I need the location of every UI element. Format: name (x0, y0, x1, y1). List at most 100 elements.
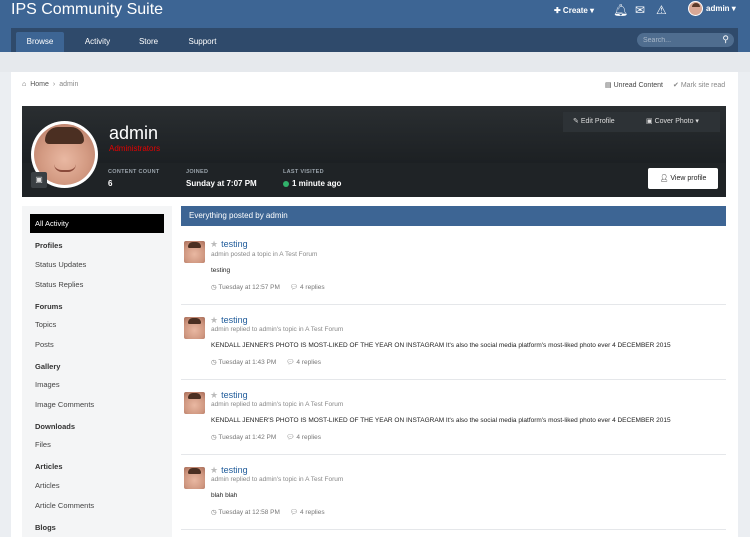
entry-replies-text: 4 replies (296, 359, 321, 366)
breadcrumb: ⌂ Home › admin (22, 81, 78, 88)
sidebar-item-all-activity[interactable]: All Activity (30, 214, 164, 233)
entry-footer: ◷ Tuesday at 12:58 PM 💬︎ 4 replies (211, 508, 325, 516)
edit-profile-button[interactable]: ✎ Edit Profile (563, 112, 636, 132)
author-avatar[interactable] (184, 467, 205, 489)
view-profile-label: View profile (670, 175, 707, 182)
entry-replies[interactable]: 💬︎ 4 replies (286, 358, 321, 366)
tab-support[interactable]: Support (175, 32, 230, 52)
entry-footer: ◷ Tuesday at 1:43 PM 💬︎ 4 replies (211, 358, 321, 366)
star-icon[interactable]: ★ (210, 465, 218, 475)
breadcrumb-home[interactable]: Home (30, 81, 49, 88)
comment-icon: 💬︎ (289, 509, 299, 516)
sidebar-item-topics[interactable]: Topics (35, 320, 56, 329)
activity-filter-sidebar: All Activity Profiles Status Updates Sta… (22, 206, 172, 537)
entry-meta: admin replied to admin's topic in A Test… (211, 401, 344, 408)
sidebar-item-posts[interactable]: Posts (35, 340, 54, 349)
star-icon[interactable]: ★ (210, 239, 218, 249)
profile-group: Administrators (109, 144, 161, 153)
reports-warning-icon[interactable]: ⚠︎ (656, 4, 667, 16)
sidebar-item-article-comments[interactable]: Article Comments (35, 501, 94, 510)
comment-icon: 💬︎ (289, 284, 299, 291)
check-icon: ✔ (673, 82, 679, 89)
create-button[interactable]: ✚ Create ▾ (554, 6, 594, 15)
sidebar-head-blogs: Blogs (35, 523, 56, 532)
sidebar-head-gallery: Gallery (35, 362, 61, 371)
mark-site-read-link[interactable]: ✔ Mark site read (673, 81, 725, 89)
user-menu[interactable]: admin ▾ (688, 1, 736, 16)
comment-icon: 💬︎ (286, 359, 295, 366)
entry-body: blah blah (211, 492, 238, 499)
notifications-icon[interactable]: 🔔︎ (613, 4, 628, 16)
last-visited-text: 1 minute ago (292, 179, 342, 188)
sidebar-item-status-updates[interactable]: Status Updates (35, 260, 86, 269)
sidebar-item-image-comments[interactable]: Image Comments (35, 400, 94, 409)
entry-time[interactable]: ◷ Tuesday at 1:43 PM (211, 358, 276, 366)
entry-title-link[interactable]: ★ testing (210, 465, 248, 476)
author-avatar[interactable] (184, 241, 205, 263)
entry-time-text: Tuesday at 1:43 PM (218, 359, 277, 366)
stat-label-last-visited: LAST VISITED (283, 169, 324, 175)
chevron-right-icon: › (52, 81, 56, 88)
list-item: ★ testing admin replied to admin's topic … (181, 305, 726, 380)
view-profile-button[interactable]: 👤︎ View profile (648, 168, 718, 189)
stat-label-joined: JOINED (186, 169, 209, 175)
sidebar-item-images[interactable]: Images (35, 380, 60, 389)
unread-content-label: Unread Content (613, 82, 663, 89)
list-item: ★ testing admin replied to admin's topic … (181, 455, 726, 530)
clock-icon: ◷ (211, 434, 217, 441)
author-avatar[interactable] (184, 317, 205, 339)
entry-replies-text: 4 replies (300, 284, 325, 291)
messages-icon[interactable]: ✉︎ (635, 4, 645, 16)
site-title[interactable]: IPS Community Suite (11, 1, 163, 19)
nav-tabs-bar: Browse Activity Store Support (11, 28, 738, 52)
entry-replies[interactable]: 💬︎ 4 replies (290, 283, 325, 291)
entry-time[interactable]: ◷ Tuesday at 12:58 PM (211, 508, 280, 516)
entry-title: testing (221, 465, 248, 475)
sidebar-item-articles[interactable]: Articles (35, 481, 60, 490)
author-avatar[interactable] (184, 392, 205, 414)
clock-icon: ◷ (211, 509, 217, 516)
stat-value-content-count: 6 (108, 179, 113, 188)
entry-title-link[interactable]: ★ testing (210, 390, 248, 401)
star-icon[interactable]: ★ (210, 390, 218, 400)
breadcrumb-current: admin (59, 81, 79, 88)
entry-time[interactable]: ◷ Tuesday at 12:57 PM (211, 283, 280, 291)
tab-browse[interactable]: Browse (16, 32, 64, 52)
image-icon: ▣ (646, 118, 653, 125)
entry-time[interactable]: ◷ Tuesday at 1:42 PM (211, 433, 276, 441)
profile-header: ▣ admin Administrators CONTENT COUNT 6 J… (22, 106, 726, 197)
sidebar-item-files[interactable]: Files (35, 440, 51, 449)
user-icon: 👤︎ (659, 175, 669, 182)
entry-title-link[interactable]: ★ testing (210, 239, 248, 250)
entry-title-link[interactable]: ★ testing (210, 315, 248, 326)
sidebar-head-profiles: Profiles (35, 241, 63, 250)
home-icon[interactable]: ⌂ (22, 81, 26, 88)
list-item: ★ testing admin posted a topic in A Test … (181, 230, 726, 305)
photo-edit-icon[interactable]: ▣ (31, 172, 47, 188)
stat-value-joined: Sunday at 7:07 PM (186, 179, 257, 188)
entry-time-text: Tuesday at 12:58 PM (218, 509, 280, 516)
cover-photo-button[interactable]: ▣ Cover Photo ▾ (636, 112, 720, 132)
secondary-nav-bar (0, 52, 750, 72)
unread-content-link[interactable]: ▤ Unread Content (605, 81, 663, 89)
search-input[interactable] (643, 34, 713, 46)
entry-replies[interactable]: 💬︎ 4 replies (286, 433, 321, 441)
entry-body: KENDALL JENNER'S PHOTO IS MOST-LIKED OF … (211, 342, 671, 349)
sidebar-head-forums: Forums (35, 302, 63, 311)
user-menu-label: admin ▾ (706, 4, 736, 13)
clock-icon: ◷ (211, 284, 217, 291)
search-icon[interactable]: ⚲ (722, 34, 729, 45)
user-avatar (688, 1, 703, 16)
entry-footer: ◷ Tuesday at 1:42 PM 💬︎ 4 replies (211, 433, 321, 441)
entry-title: testing (221, 315, 248, 325)
star-icon[interactable]: ★ (210, 315, 218, 325)
tab-activity[interactable]: Activity (71, 32, 124, 52)
sidebar-item-status-replies[interactable]: Status Replies (35, 280, 83, 289)
online-status-icon (283, 180, 289, 187)
unread-icon: ▤ (605, 82, 612, 89)
tab-store[interactable]: Store (125, 32, 172, 52)
entry-replies[interactable]: 💬︎ 4 replies (290, 508, 325, 516)
entry-title: testing (221, 239, 248, 249)
entry-body: KENDALL JENNER'S PHOTO IS MOST-LIKED OF … (211, 417, 671, 424)
clock-icon: ◷ (211, 359, 217, 366)
